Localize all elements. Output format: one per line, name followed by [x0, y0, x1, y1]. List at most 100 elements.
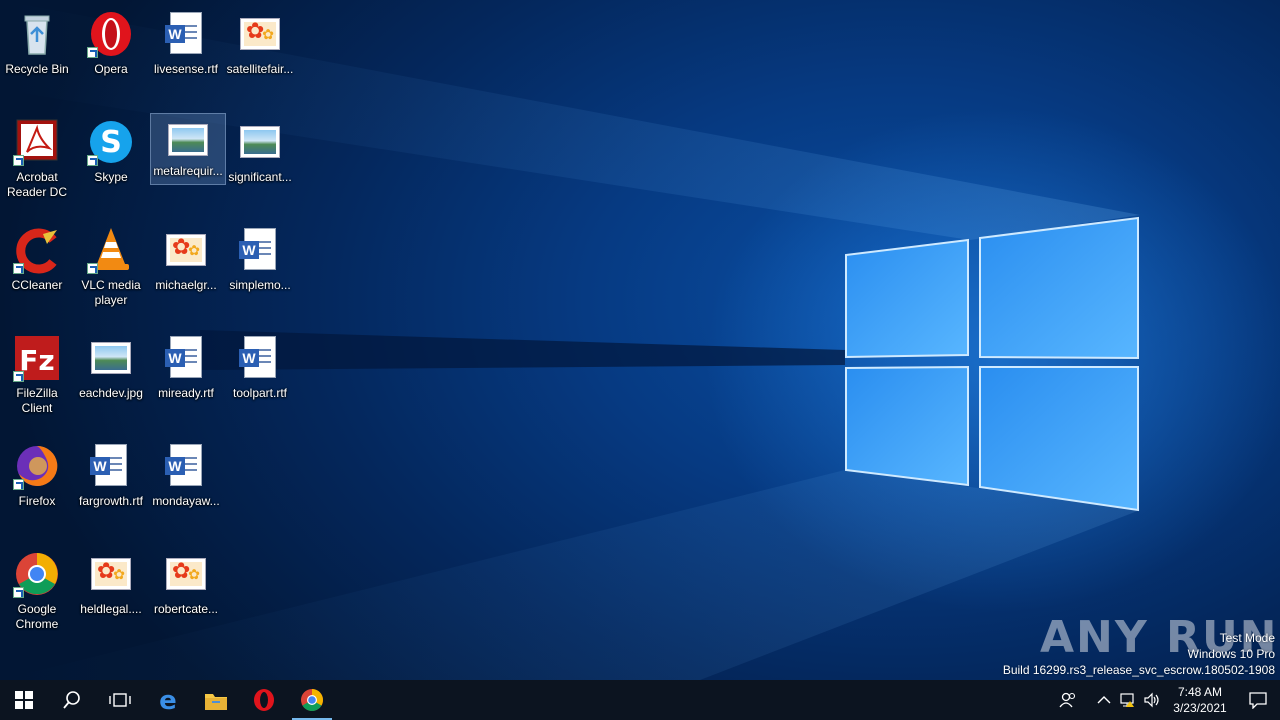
desktop-icon-acrobat-reader[interactable]: Acrobat Reader DC	[0, 112, 74, 216]
desktop-icon-simplemo[interactable]: W simplemo...	[223, 220, 297, 324]
opera-taskbar-button[interactable]	[240, 680, 288, 720]
opera-icon	[254, 689, 274, 711]
ccleaner-icon	[13, 226, 61, 274]
desktop-icon-firefox[interactable]: Firefox	[0, 436, 74, 540]
icon-label: eachdev.jpg	[79, 386, 143, 400]
icon-label: CCleaner	[11, 278, 63, 292]
desktop-icon-skype[interactable]: S Skype	[74, 112, 148, 216]
icon-label: michaelgr...	[155, 278, 217, 292]
icon-label: Skype	[94, 170, 128, 184]
vlc-cone-icon	[87, 226, 135, 274]
word-document-icon: W	[87, 442, 135, 490]
chrome-taskbar-button[interactable]	[288, 680, 336, 720]
chevron-up-icon	[1097, 696, 1111, 704]
search-button[interactable]	[48, 680, 96, 720]
task-view-icon	[109, 693, 131, 707]
icon-label: heldlegal....	[80, 602, 142, 616]
icon-label: Acrobat Reader DC	[6, 170, 68, 199]
shortcut-arrow-icon	[13, 155, 24, 166]
image-file-icon	[162, 550, 210, 598]
word-document-icon: W	[162, 442, 210, 490]
desktop-icon-recycle-bin[interactable]: Recycle Bin	[0, 4, 74, 108]
action-center-button[interactable]	[1236, 691, 1280, 709]
image-file-icon	[162, 226, 210, 274]
show-hidden-icons-button[interactable]	[1092, 680, 1116, 720]
icon-label: significant...	[228, 170, 292, 184]
desktop-icon-michaelgr[interactable]: michaelgr...	[149, 220, 223, 324]
icon-label: VLC media player	[81, 278, 141, 307]
desktop-icon-robertcate[interactable]: robertcate...	[149, 544, 223, 648]
desktop-icon-fargrowth-rtf[interactable]: W fargrowth.rtf	[74, 436, 148, 540]
network-button[interactable]	[1116, 680, 1140, 720]
image-file-icon	[236, 118, 284, 166]
icon-label: simplemo...	[229, 278, 291, 292]
volume-icon	[1144, 692, 1159, 708]
desktop-icon-livesense-rtf[interactable]: W livesense.rtf	[149, 4, 223, 108]
people-icon	[1059, 692, 1076, 708]
filezilla-icon: Fz	[13, 334, 61, 382]
desktop-icon-eachdev-jpg[interactable]: eachdev.jpg	[74, 328, 148, 432]
svg-text:Fz: Fz	[19, 344, 54, 377]
word-document-icon: W	[236, 226, 284, 274]
shortcut-arrow-icon	[87, 263, 98, 274]
people-button[interactable]	[1056, 680, 1080, 720]
svg-text:S: S	[100, 125, 122, 160]
clock-date: 3/23/2021	[1173, 701, 1227, 715]
desktop-icon-google-chrome[interactable]: Google Chrome	[0, 544, 74, 648]
firefox-icon	[13, 442, 61, 490]
file-explorer-taskbar-button[interactable]	[192, 680, 240, 720]
desktop-icon-metalrequir[interactable]: metalrequir...	[150, 113, 226, 185]
image-file-icon	[87, 334, 135, 382]
icon-label: FileZilla Client	[16, 386, 58, 415]
windows-test-mode-watermark: Test Mode Windows 10 Pro Build 16299.rs3…	[1003, 630, 1275, 678]
desktop-icon-miready-rtf[interactable]: W miready.rtf	[149, 328, 223, 432]
icon-label: Recycle Bin	[5, 62, 69, 76]
recycle-bin-icon	[13, 10, 61, 58]
clock-button[interactable]: 7:48 AM 3/23/2021	[1164, 684, 1236, 716]
taskbar: e 7:48 AM 3/23/2021	[0, 680, 1280, 720]
desktop-icon-filezilla[interactable]: Fz FileZilla Client	[0, 328, 74, 432]
edge-taskbar-button[interactable]: e	[144, 680, 192, 720]
shortcut-arrow-icon	[87, 155, 98, 166]
desktop-icon-mondayaw[interactable]: W mondayaw...	[149, 436, 223, 540]
icon-label: miready.rtf	[158, 386, 214, 400]
edge-icon: e	[159, 688, 177, 712]
desktop-icon-toolpart-rtf[interactable]: W toolpart.rtf	[223, 328, 297, 432]
desktop-icon-vlc[interactable]: VLC media player	[74, 220, 148, 324]
svg-text:e: e	[159, 688, 177, 712]
skype-icon: S	[87, 118, 135, 166]
system-tray: 7:48 AM 3/23/2021	[1056, 680, 1280, 720]
icon-label: Firefox	[18, 494, 56, 508]
chrome-icon	[301, 689, 323, 711]
volume-button[interactable]	[1140, 680, 1164, 720]
watermark-line-build: Build 16299.rs3_release_svc_escrow.18050…	[1002, 663, 1275, 677]
icon-label: robertcate...	[153, 602, 219, 616]
desktop-icon-heldlegal[interactable]: heldlegal....	[74, 544, 148, 648]
icon-label: toolpart.rtf	[232, 386, 288, 400]
image-file-icon	[164, 120, 212, 168]
search-icon	[63, 691, 80, 709]
shortcut-arrow-icon	[13, 479, 24, 490]
opera-icon	[87, 10, 135, 58]
desktop-icon-satellitefair[interactable]: satellitefair...	[223, 4, 297, 108]
icon-label: satellitefair...	[226, 62, 294, 76]
clock-time: 7:48 AM	[1177, 685, 1223, 699]
desktop-icon-opera[interactable]: Opera	[74, 4, 148, 108]
image-file-icon	[87, 550, 135, 598]
watermark-line-edition: Windows 10 Pro	[1187, 647, 1275, 661]
desktop-icon-ccleaner[interactable]: CCleaner	[0, 220, 74, 324]
shortcut-arrow-icon	[13, 263, 24, 274]
shortcut-arrow-icon	[13, 587, 24, 598]
task-view-button[interactable]	[96, 680, 144, 720]
icon-label: Opera	[94, 62, 128, 76]
word-document-icon: W	[162, 334, 210, 382]
chrome-icon	[13, 550, 61, 598]
icon-label: Google Chrome	[15, 602, 59, 631]
word-document-icon: W	[162, 10, 210, 58]
start-icon	[15, 691, 33, 709]
start-button[interactable]	[0, 680, 48, 720]
icon-label: fargrowth.rtf	[78, 494, 144, 508]
desktop-icon-significant[interactable]: significant...	[223, 112, 297, 216]
notification-icon	[1249, 692, 1267, 709]
watermark-line-test-mode: Test Mode	[1219, 631, 1275, 645]
